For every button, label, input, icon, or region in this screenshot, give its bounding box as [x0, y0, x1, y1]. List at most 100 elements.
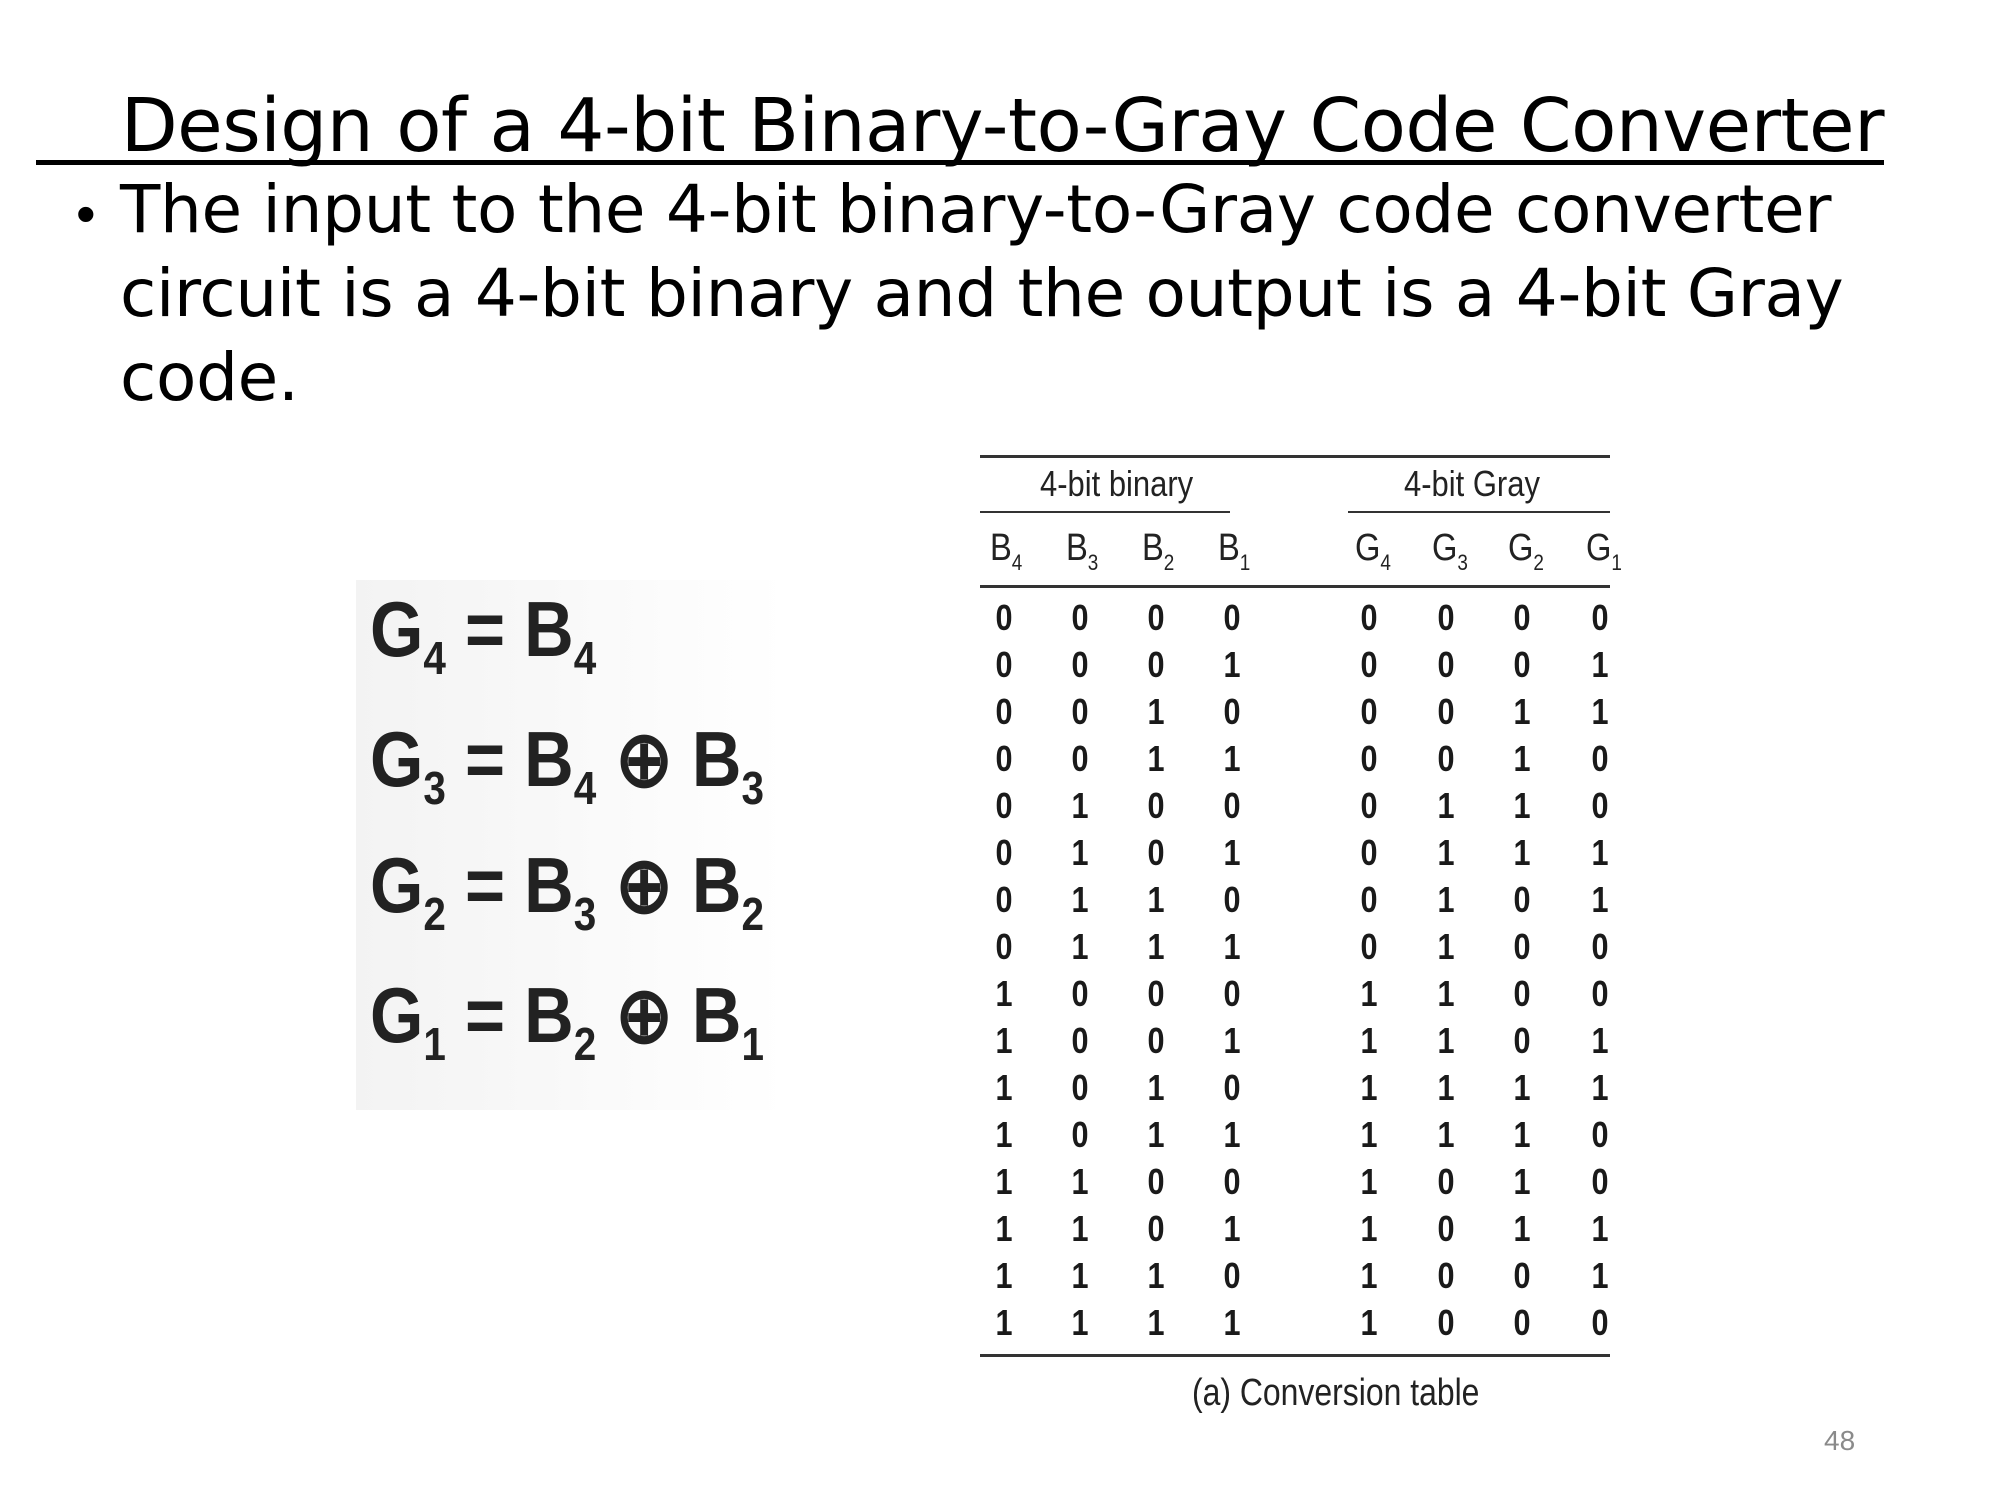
table-cell: 1 — [1147, 926, 1165, 967]
table-cell: 1 — [1071, 832, 1089, 873]
table-cell: 0 — [1223, 973, 1241, 1014]
table-cell: 1 — [1223, 738, 1241, 779]
table-cell: 1 — [1360, 1114, 1378, 1155]
table-cell: 0 — [1360, 785, 1378, 826]
table-cell: 1 — [1437, 879, 1455, 920]
table-cell: 1 — [1513, 738, 1531, 779]
column-header-b2: B2 — [1142, 527, 1175, 575]
table-cell: 0 — [1513, 973, 1531, 1014]
table-cell: 0 — [1360, 644, 1378, 685]
table-cell: 1 — [1360, 973, 1378, 1014]
table-cell: 0 — [1591, 785, 1609, 826]
table-cell: 1 — [1147, 1067, 1165, 1108]
column-header-g1: G1 — [1586, 527, 1622, 575]
table-cell: 1 — [1360, 1255, 1378, 1296]
table-cell: 0 — [1071, 738, 1089, 779]
table-cell: 0 — [1147, 785, 1165, 826]
table-cell: 0 — [1437, 597, 1455, 638]
table-cell: 0 — [1223, 879, 1241, 920]
bullet-dot-icon: • — [76, 182, 96, 245]
table-cell: 0 — [1223, 1255, 1241, 1296]
table-cell: 0 — [995, 832, 1013, 873]
table-cell: 0 — [1513, 926, 1531, 967]
equation-g2: G2 = B3 ⊕ B2 — [370, 841, 765, 940]
table-cell: 0 — [1437, 1302, 1455, 1343]
group-header-gray: 4-bit Gray — [1404, 463, 1540, 504]
table-cell: 1 — [1071, 785, 1089, 826]
table-cell: 1 — [1223, 1302, 1241, 1343]
table-cell: 0 — [995, 926, 1013, 967]
table-cell: 0 — [995, 879, 1013, 920]
page-number: 48 — [1824, 1425, 1856, 1456]
table-cell: 1 — [1591, 1067, 1609, 1108]
table-cell: 1 — [1071, 1161, 1089, 1202]
table-cell: 0 — [1513, 879, 1531, 920]
table-cell: 1 — [1071, 926, 1089, 967]
table-cell: 1 — [1513, 1208, 1531, 1249]
table-cell: 0 — [995, 785, 1013, 826]
table-cell: 1 — [1360, 1302, 1378, 1343]
table-cell: 0 — [1437, 738, 1455, 779]
table-cell: 1 — [1513, 691, 1531, 732]
column-header-b4: B4 — [990, 527, 1023, 575]
table-cell: 0 — [1223, 1161, 1241, 1202]
table-cell: 0 — [1147, 1161, 1165, 1202]
table-top-rule — [980, 455, 1610, 458]
table-cell: 0 — [1591, 597, 1609, 638]
table-cell: 0 — [1360, 691, 1378, 732]
table-cell: 0 — [1591, 973, 1609, 1014]
column-header-g2: G2 — [1508, 527, 1544, 575]
table-cell: 1 — [1223, 926, 1241, 967]
table-cell: 1 — [995, 1067, 1013, 1108]
table-cell: 1 — [1071, 1302, 1089, 1343]
table-cell: 0 — [1071, 973, 1089, 1014]
table-cell: 1 — [1513, 785, 1531, 826]
table-cell: 1 — [1147, 691, 1165, 732]
header-bottom-rule — [980, 585, 1610, 588]
table-cell: 1 — [1437, 1067, 1455, 1108]
table-cell: 1 — [1513, 1161, 1531, 1202]
table-cell: 1 — [1591, 1020, 1609, 1061]
conversion-table-figure: 4-bit binary 4-bit Gray (a) Conversion t… — [980, 455, 1622, 1435]
column-header-b3: B3 — [1066, 527, 1099, 575]
table-cell: 1 — [1223, 1114, 1241, 1155]
table-cell: 0 — [1437, 1255, 1455, 1296]
table-cell: 1 — [1437, 1020, 1455, 1061]
table-cell: 1 — [1437, 973, 1455, 1014]
group-rule-binary — [980, 511, 1230, 513]
table-cell: 1 — [1591, 644, 1609, 685]
table-bottom-rule — [980, 1354, 1610, 1357]
table-cell: 0 — [1071, 644, 1089, 685]
table-cell: 1 — [1513, 1067, 1531, 1108]
table-cell: 0 — [1071, 1114, 1089, 1155]
table-cell: 0 — [1513, 1020, 1531, 1061]
table-cell: 1 — [1147, 1255, 1165, 1296]
table-cell: 0 — [1437, 644, 1455, 685]
table-cell: 0 — [1513, 1255, 1531, 1296]
bullet-text: The input to the 4-bit binary-to-Gray co… — [120, 171, 1844, 416]
table-cell: 0 — [1591, 1161, 1609, 1202]
table-cell: 0 — [1513, 644, 1531, 685]
equations-figure: G4 = B4 G3 = B4 ⊕ B3 G2 = B3 ⊕ B2 G1 = B2 ⊕… — [356, 580, 786, 1110]
table-cell: 1 — [1437, 926, 1455, 967]
table-cell: 0 — [1360, 926, 1378, 967]
table-cell: 0 — [1360, 832, 1378, 873]
table-cell: 1 — [1071, 1208, 1089, 1249]
table-cell: 1 — [1147, 1114, 1165, 1155]
table-cell: 1 — [1437, 1114, 1455, 1155]
table-cell: 0 — [1360, 597, 1378, 638]
table-cell: 1 — [1147, 1302, 1165, 1343]
table-cell: 1 — [1591, 1208, 1609, 1249]
bullet-item: • The input to the 4-bit binary-to-Gray … — [70, 168, 1910, 420]
table-cell: 1 — [995, 1020, 1013, 1061]
table-cell: 0 — [995, 738, 1013, 779]
table-cell: 1 — [1437, 785, 1455, 826]
equation-g1: G1 = B2 ⊕ B1 — [370, 971, 765, 1070]
table-cell: 1 — [1591, 1255, 1609, 1296]
table-cell: 0 — [995, 597, 1013, 638]
table-cell: 0 — [1071, 1067, 1089, 1108]
table-cell: 1 — [1360, 1067, 1378, 1108]
table-cell: 1 — [995, 973, 1013, 1014]
table-cell: 1 — [995, 1255, 1013, 1296]
table-cell: 1 — [1513, 1114, 1531, 1155]
